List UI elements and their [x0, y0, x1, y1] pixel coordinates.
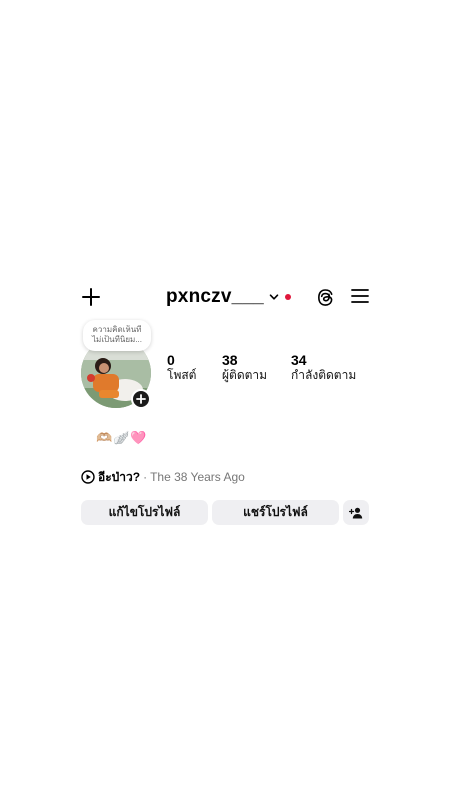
- create-button[interactable]: [80, 284, 102, 310]
- edit-profile-button[interactable]: แก้ไขโปรไฟล์: [81, 500, 208, 525]
- note-text-line-2: ไม่เป็นที่นิยม...: [92, 335, 142, 344]
- chevron-down-icon: [269, 292, 279, 302]
- following-label: กำลังติดตาม: [291, 368, 357, 382]
- menu-button[interactable]: [349, 285, 371, 307]
- profile-music[interactable]: อีะป่าว? · The 38 Years Ago: [81, 469, 245, 485]
- following-count: 34: [291, 352, 307, 368]
- stat-posts[interactable]: 0 โพสต์: [167, 352, 196, 383]
- account-switcher[interactable]: pxnczv___: [166, 284, 291, 310]
- followers-label: ผู้ติดตาม: [222, 368, 268, 382]
- posts-count: 0: [167, 352, 175, 368]
- profile-avatar-area: ความคิดเห็นที่ ไม่เป็นที่นิยม...: [80, 320, 154, 412]
- threads-icon: [317, 288, 332, 306]
- stat-following[interactable]: 34 กำลังติดตาม: [291, 352, 356, 383]
- profile-stats: 0 โพสต์ 38 ผู้ติดตาม 34 กำลังติดตาม: [0, 352, 450, 388]
- followers-count: 38: [222, 352, 238, 368]
- note-text-line-1: ความคิดเห็นที่: [92, 325, 142, 334]
- music-artist: The 38 Years Ago: [150, 470, 245, 484]
- plus-icon: [82, 288, 100, 306]
- play-circle-icon: [81, 470, 95, 484]
- plus-icon: [136, 394, 146, 404]
- bio-text: 🫶🏼🪽🩷: [96, 430, 148, 445]
- notification-dot: [284, 294, 291, 300]
- add-person-icon: [349, 507, 363, 518]
- add-story-button[interactable]: [131, 389, 151, 409]
- share-profile-button[interactable]: แชร์โปรไฟล์: [212, 500, 339, 525]
- music-separator: ·: [143, 470, 148, 484]
- profile-actions: แก้ไขโปรไฟล์ แชร์โปรไฟล์: [81, 500, 371, 525]
- threads-button[interactable]: [314, 286, 336, 308]
- discover-people-button[interactable]: [343, 500, 369, 525]
- posts-label: โพสต์: [167, 368, 197, 382]
- profile-header: pxnczv___: [80, 284, 370, 310]
- stat-followers[interactable]: 38 ผู้ติดตาม: [222, 352, 267, 383]
- hamburger-menu-icon: [351, 289, 369, 303]
- music-title: อีะป่าว?: [98, 469, 141, 484]
- note-bubble[interactable]: ความคิดเห็นที่ ไม่เป็นที่นิยม...: [83, 320, 151, 351]
- username: pxnczv___: [166, 286, 264, 307]
